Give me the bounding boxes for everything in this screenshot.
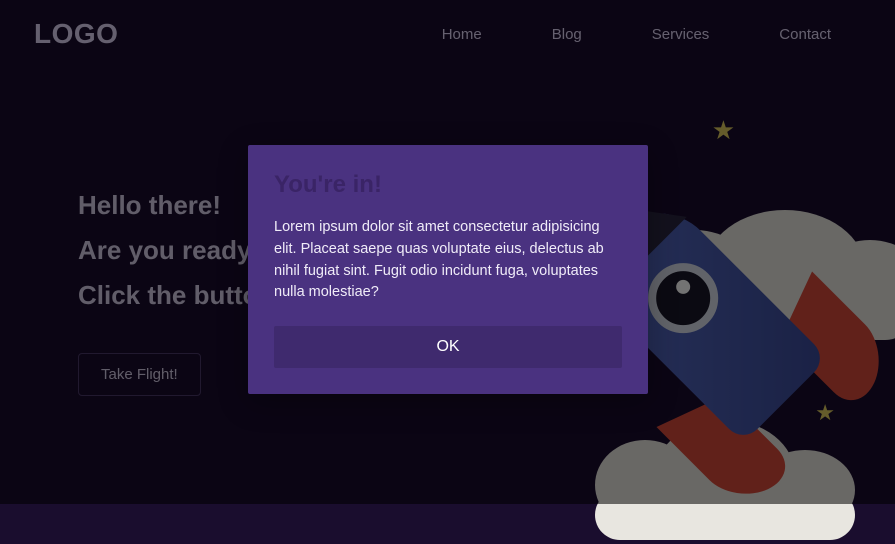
modal-title: You're in! [274,171,622,199]
modal-body-text: Lorem ipsum dolor sit amet consectetur a… [274,217,622,304]
confirmation-modal: You're in! Lorem ipsum dolor sit amet co… [248,145,648,394]
ok-button[interactable]: OK [274,326,622,368]
